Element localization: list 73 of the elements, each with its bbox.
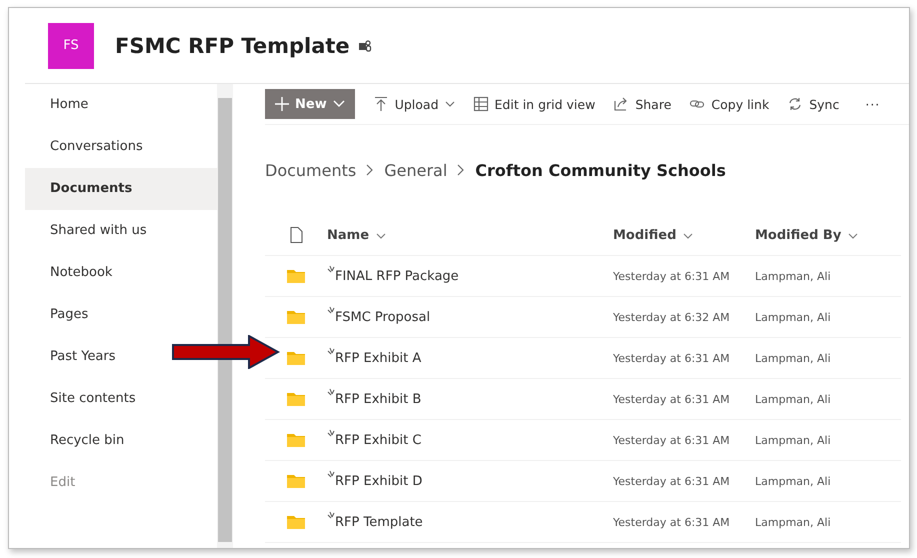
chevron-down-icon <box>332 100 345 108</box>
file-name[interactable]: RFP Exhibit D <box>335 474 422 488</box>
modified-by: Lampman, Ali <box>755 392 831 406</box>
new-item-icon <box>327 306 335 314</box>
chevron-icon <box>366 164 374 176</box>
new-item-icon <box>327 264 335 272</box>
modified-date: Yesterday at 6:31 AM <box>613 352 730 364</box>
plus-icon <box>275 97 289 111</box>
modified-date: Yesterday at 6:31 AM <box>613 434 730 446</box>
column-header[interactable]: Modified <box>613 228 694 242</box>
more-button[interactable]: ··· <box>857 89 888 119</box>
folder-icon <box>287 433 305 447</box>
breadcrumb-link[interactable]: Documents <box>265 160 356 180</box>
file-name[interactable]: RFP Exhibit C <box>335 432 422 448</box>
nav-item[interactable]: Conversations <box>25 126 218 168</box>
file-name[interactable]: FSMC Proposal <box>335 310 430 324</box>
breadcrumb-link[interactable]: Crofton Community Schools <box>475 160 726 180</box>
chevron-down-icon <box>848 232 858 238</box>
folder-icon <box>287 269 305 283</box>
folder-icon <box>287 515 305 529</box>
upload-icon <box>372 96 389 112</box>
nav-item[interactable]: Documents <box>25 168 218 210</box>
new-item-icon <box>327 428 335 436</box>
grid-icon <box>472 96 489 112</box>
nav-item[interactable]: Notebook <box>25 252 218 294</box>
share-button[interactable]: Share <box>605 89 680 119</box>
modified-by: Lampman, Ali <box>755 310 831 324</box>
new-item-icon <box>327 510 335 518</box>
chevron-down-icon <box>376 232 386 238</box>
nav-item[interactable]: Site contents <box>25 378 218 420</box>
new-item-icon <box>327 388 335 396</box>
modified-by: Lampman, Ali <box>755 474 831 488</box>
nav-item[interactable]: Home <box>25 84 218 126</box>
modified-date: Yesterday at 6:31 AM <box>613 392 730 406</box>
chevron-down-icon <box>444 101 455 107</box>
file-type-icon <box>290 227 302 243</box>
breadcrumb-link[interactable]: General <box>384 160 448 180</box>
site-title: FSMC RFP Template <box>115 34 350 58</box>
folder-icon <box>287 310 305 324</box>
share-icon <box>613 96 630 112</box>
grid-button[interactable]: Edit in grid view <box>464 89 604 119</box>
modified-date: Yesterday at 6:31 AM <box>613 474 730 488</box>
modified-by: Lampman, Ali <box>755 352 831 364</box>
file-name[interactable]: FINAL RFP Package <box>335 268 459 284</box>
file-name[interactable]: RFP Exhibit B <box>335 392 422 406</box>
column-header[interactable]: Modified By <box>755 228 858 242</box>
upload-button[interactable]: Upload <box>364 89 463 119</box>
modified-by: Lampman, Ali <box>755 434 831 446</box>
nav-item[interactable]: Shared with us <box>25 210 218 252</box>
sync-button[interactable]: Sync <box>779 89 848 119</box>
new-item-icon <box>327 346 335 354</box>
site-logo[interactable]: FS <box>48 22 94 68</box>
sync-icon <box>787 96 804 112</box>
file-name[interactable]: RFP Template <box>335 514 423 530</box>
chevron-icon <box>457 164 466 176</box>
modified-date: Yesterday at 6:32 AM <box>613 310 730 324</box>
file-name[interactable]: RFP Exhibit A <box>335 350 422 366</box>
folder-icon <box>287 351 305 365</box>
nav-item[interactable]: Past Years <box>25 336 218 378</box>
new-item-icon <box>327 470 335 478</box>
chevron-down-icon <box>683 232 694 238</box>
link-button[interactable]: Copy link <box>681 89 778 119</box>
column-header[interactable]: Name <box>327 228 386 242</box>
folder-icon <box>287 392 305 406</box>
scrollbar[interactable] <box>217 84 233 548</box>
nav-item[interactable]: Recycle bin <box>25 420 218 462</box>
modified-by: Lampman, Ali <box>755 516 831 528</box>
nav-item[interactable]: Pages <box>25 294 218 336</box>
modified-date: Yesterday at 6:31 AM <box>613 270 730 282</box>
new-button[interactable]: New <box>265 89 355 119</box>
modified-by: Lampman, Ali <box>755 270 831 282</box>
folder-icon <box>287 474 305 488</box>
modified-date: Yesterday at 6:31 AM <box>613 516 730 528</box>
